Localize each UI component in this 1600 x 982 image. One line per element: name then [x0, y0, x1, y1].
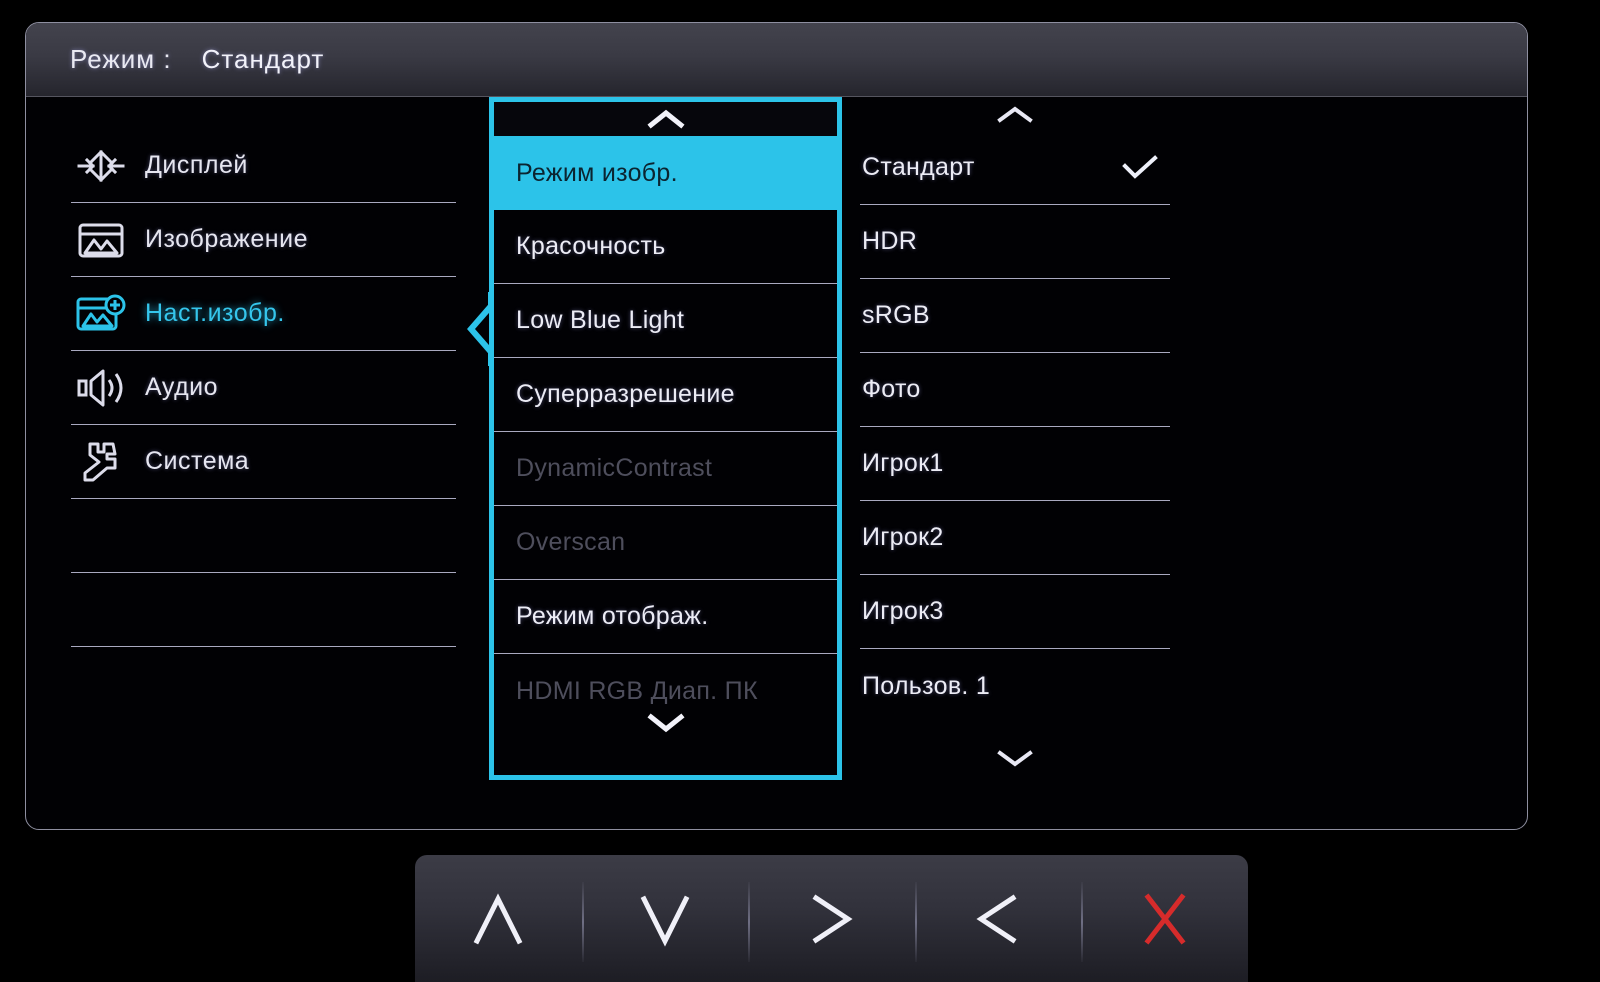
submenu-scroll-up[interactable] — [494, 102, 837, 136]
value-item-label: Пользов. 1 — [862, 671, 991, 700]
submenu-item-label: DynamicContrast — [516, 454, 713, 482]
chevron-right-icon — [800, 883, 862, 955]
submenu-list: Режим изобр. Красочность Low Blue Light … — [494, 136, 837, 705]
submenu-scroll-down[interactable] — [494, 701, 837, 745]
value-scroll-down[interactable] — [860, 736, 1170, 780]
sidebar-item-audio[interactable]: Аудио — [71, 351, 456, 425]
value-item-standard[interactable]: Стандарт — [860, 131, 1170, 205]
submenu-item-super-resolution[interactable]: Суперразрешение — [494, 358, 837, 432]
value-scroll-up[interactable] — [860, 97, 1170, 131]
value-item-label: HDR — [862, 227, 918, 255]
chevron-down-icon — [646, 713, 686, 733]
picture-icon — [71, 218, 131, 262]
sidebar-menu: Дисплей Изображение Наст.изобр. Аудио Си… — [71, 129, 456, 647]
value-item-label: Игрок1 — [862, 449, 944, 477]
chevron-up-icon — [995, 104, 1035, 124]
sidebar-item-picture-settings[interactable]: Наст.изобр. — [71, 277, 456, 351]
down-button[interactable] — [581, 855, 749, 982]
osd-header: Режим : Стандарт — [26, 23, 1527, 97]
sidebar-item-label: Изображение — [145, 225, 308, 253]
submenu-item-label: HDMI RGB Диап. ПК — [516, 676, 758, 705]
submenu-item-low-blue-light[interactable]: Low Blue Light — [494, 284, 837, 358]
submenu-item-dynamic-contrast: DynamicContrast — [494, 432, 837, 506]
osd-body: Дисплей Изображение Наст.изобр. Аудио Си… — [26, 97, 1527, 829]
submenu-item-label: Суперразрешение — [516, 380, 735, 408]
chevron-up-icon — [467, 883, 529, 955]
sidebar-item-system[interactable]: Система — [71, 425, 456, 499]
value-item-user1[interactable]: Пользов. 1 — [860, 649, 1170, 723]
value-item-hdr[interactable]: HDR — [860, 205, 1170, 279]
picture-plus-icon — [71, 292, 131, 336]
submenu-item-label: Красочность — [516, 232, 666, 260]
chevron-up-icon — [646, 109, 686, 129]
submenu-item-overscan: Overscan — [494, 506, 837, 580]
sidebar-item-label: Дисплей — [145, 151, 248, 179]
right-button[interactable] — [748, 855, 915, 982]
value-item-gamer1[interactable]: Игрок1 — [860, 427, 1170, 501]
up-button[interactable] — [415, 855, 582, 982]
sidebar-item-label: Аудио — [145, 373, 219, 401]
sidebar-item-empty — [71, 499, 456, 573]
submenu-item-label: Low Blue Light — [516, 306, 685, 334]
value-item-label: Игрок2 — [862, 523, 944, 551]
sidebar-item-picture[interactable]: Изображение — [71, 203, 456, 277]
submenu-item-label: Overscan — [516, 528, 626, 556]
value-item-label: Игрок3 — [862, 597, 944, 625]
osd-panel: Режим : Стандарт Дисплей Изображение Нас… — [25, 22, 1528, 830]
value-item-label: Фото — [862, 375, 921, 403]
value-item-gamer2[interactable]: Игрок2 — [860, 501, 1170, 575]
sidebar-item-label: Наст.изобр. — [145, 299, 285, 327]
submenu-item-label: Режим изобр. — [516, 158, 678, 187]
speaker-icon — [71, 366, 131, 410]
submenu-item-vividness[interactable]: Красочность — [494, 210, 837, 284]
sidebar-item-display[interactable]: Дисплей — [71, 129, 456, 203]
submenu-item-label: Режим отображ. — [516, 602, 709, 630]
chevron-down-icon — [634, 883, 696, 955]
display-resize-icon — [71, 144, 131, 188]
mode-value: Стандарт — [201, 44, 325, 74]
mode-label: Режим : — [70, 44, 172, 74]
sidebar-item-empty — [71, 573, 456, 647]
exit-button[interactable] — [1081, 855, 1248, 982]
checkmark-icon — [1120, 154, 1160, 182]
sidebar-item-label: Система — [145, 447, 250, 475]
value-item-label: Стандарт — [862, 153, 975, 181]
wrench-icon — [71, 440, 131, 484]
chevron-down-icon — [995, 748, 1035, 768]
value-list: Стандарт HDR sRGB Фото Игрок1 Игрок2 Игр… — [860, 131, 1170, 736]
submenu-item-display-mode[interactable]: Режим отображ. — [494, 580, 837, 654]
value-panel: Стандарт HDR sRGB Фото Игрок1 Игрок2 Игр… — [860, 97, 1170, 780]
value-item-srgb[interactable]: sRGB — [860, 279, 1170, 353]
left-button[interactable] — [914, 855, 1082, 982]
osd-button-bar — [415, 855, 1248, 982]
submenu-pointer-icon — [451, 292, 491, 366]
chevron-left-icon — [967, 883, 1029, 955]
value-item-photo[interactable]: Фото — [860, 353, 1170, 427]
submenu-panel: Режим изобр. Красочность Low Blue Light … — [489, 97, 842, 780]
close-x-icon — [1134, 883, 1196, 955]
value-item-label: sRGB — [862, 301, 930, 329]
submenu-item-picture-mode[interactable]: Режим изобр. — [494, 136, 837, 210]
value-item-gamer3[interactable]: Игрок3 — [860, 575, 1170, 649]
